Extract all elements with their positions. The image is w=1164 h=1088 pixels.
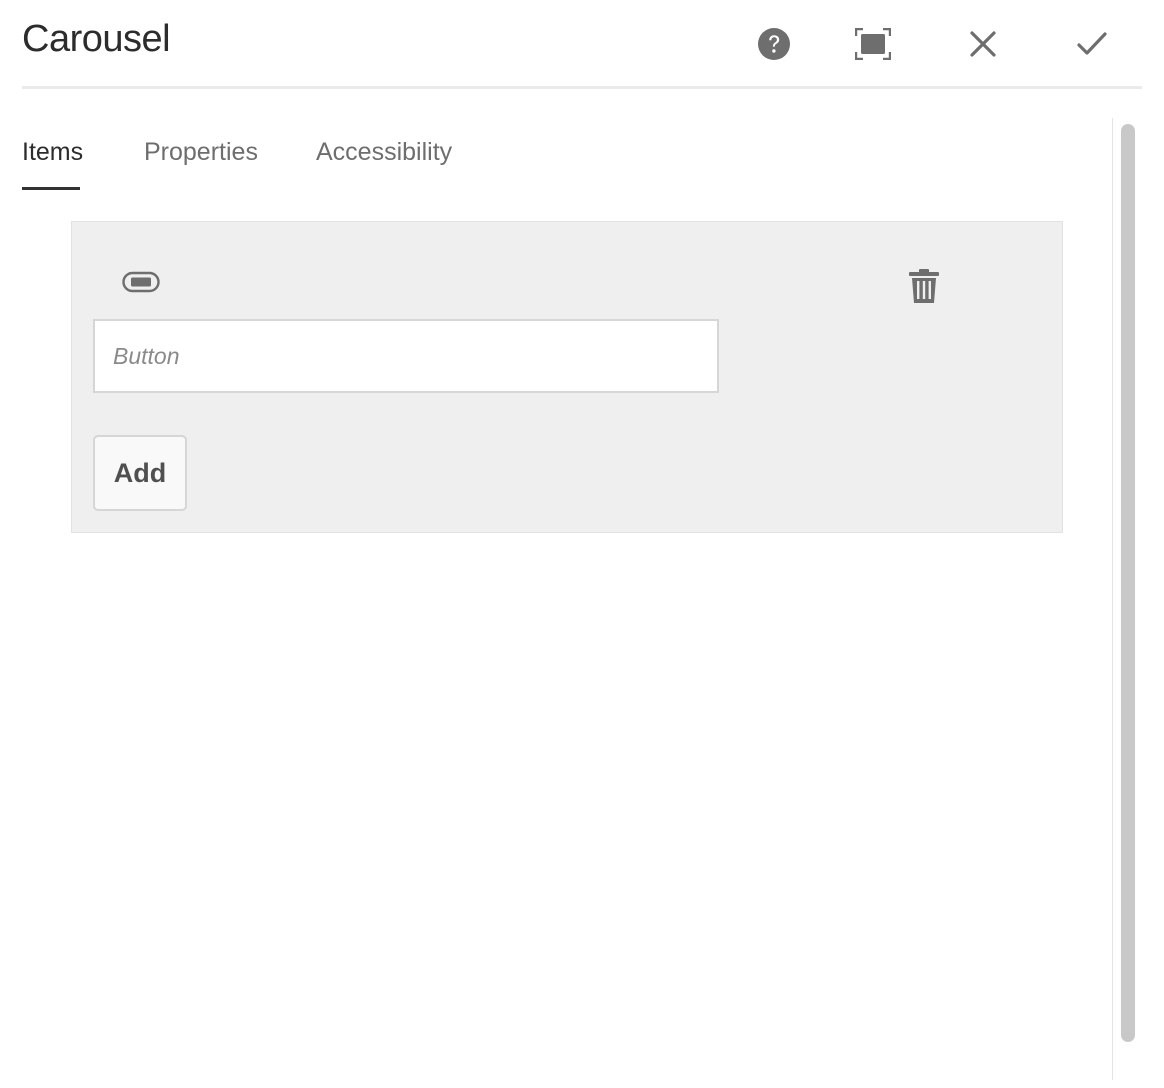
cancel-button[interactable] (961, 22, 1005, 66)
help-button[interactable] (752, 22, 796, 66)
dialog-header: Carousel (22, 0, 1142, 89)
close-icon (970, 31, 996, 57)
button-component-icon (122, 271, 160, 293)
button-text-input[interactable] (93, 319, 719, 393)
tab-items[interactable]: Items (22, 138, 83, 167)
fullscreen-button[interactable] (851, 22, 895, 66)
active-tab-indicator (22, 187, 80, 190)
fullscreen-icon (855, 28, 891, 60)
done-button[interactable] (1070, 22, 1114, 66)
tab-properties[interactable]: Properties (144, 138, 258, 167)
trash-icon (909, 269, 939, 303)
carousel-dialog: Carousel Items Properties Accessibility … (0, 0, 1164, 1088)
scrollbar-track[interactable] (1112, 118, 1141, 1080)
tab-accessibility[interactable]: Accessibility (316, 138, 452, 167)
dialog-title: Carousel (22, 18, 171, 60)
add-button[interactable]: Add (93, 435, 187, 511)
delete-item-button[interactable] (904, 266, 944, 306)
carousel-item-panel: Add (71, 221, 1063, 533)
scrollbar-thumb[interactable] (1121, 124, 1135, 1042)
checkmark-icon (1077, 32, 1107, 55)
help-icon (758, 28, 790, 60)
